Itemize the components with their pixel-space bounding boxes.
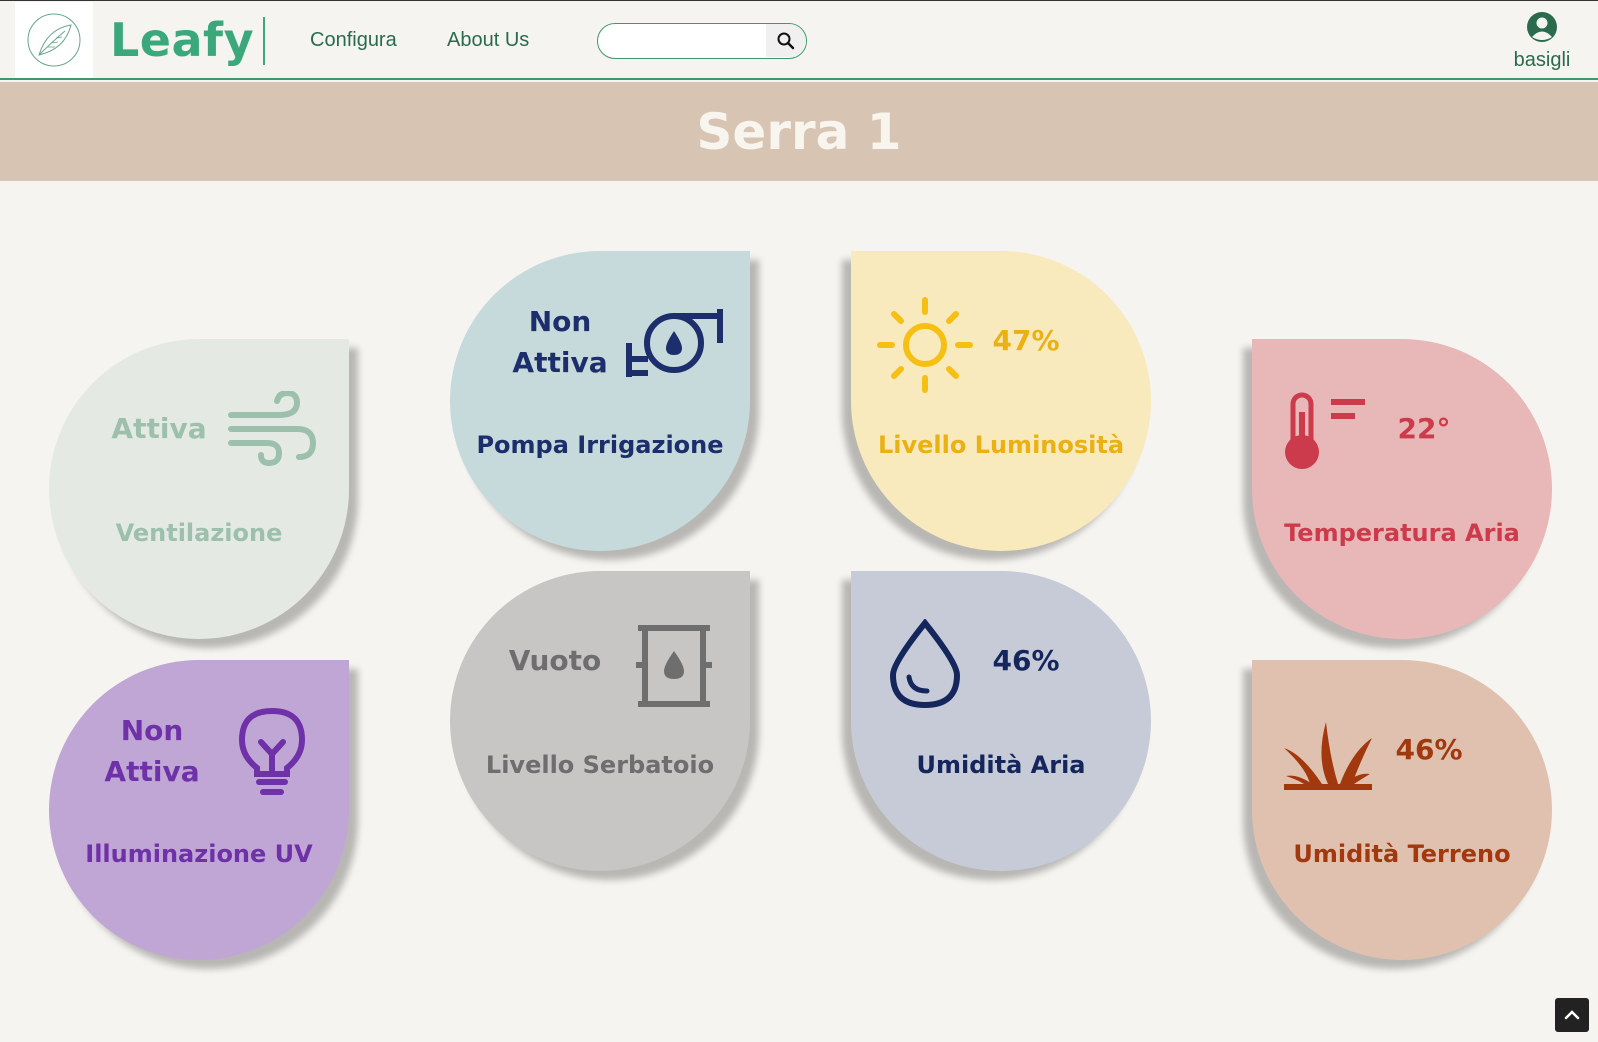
card-livello-serbatoio[interactable]: Vuoto Livello Serbatoio	[450, 571, 750, 871]
search-icon	[777, 32, 795, 49]
card-value: 47%	[992, 324, 1060, 357]
thermometer-icon	[1285, 392, 1365, 469]
card-illuminazione-uv[interactable]: Non Attiva Illuminazione UV	[49, 660, 349, 960]
card-value: Vuoto	[508, 644, 602, 677]
search-box	[597, 23, 807, 59]
page-title: Serra 1	[696, 102, 902, 161]
search-input[interactable]	[608, 27, 758, 55]
top-navbar: Leafy Configura About Us basigli	[0, 0, 1598, 80]
card-value: 22°	[1397, 412, 1451, 445]
card-title: Umidità Terreno	[1293, 840, 1511, 868]
card-title: Temperatura Aria	[1284, 519, 1520, 547]
username: basigli	[1513, 49, 1571, 71]
scroll-to-top-button[interactable]	[1555, 998, 1589, 1032]
card-value: Non Attiva	[104, 714, 200, 788]
brand-name[interactable]: Leafy	[110, 13, 254, 67]
card-title: Pompa Irrigazione	[476, 431, 724, 459]
nav-about-us[interactable]: About Us	[447, 29, 529, 52]
card-title: Livello Serbatoio	[485, 751, 715, 779]
grass-icon	[1284, 722, 1372, 790]
wind-icon	[228, 391, 317, 467]
card-value: 46%	[1395, 733, 1463, 766]
user-avatar-icon	[1527, 12, 1557, 42]
card-value: Attiva	[111, 412, 207, 445]
card-temperatura-aria[interactable]: 22° Temperatura Aria	[1252, 339, 1552, 639]
brand-divider	[263, 17, 265, 65]
water-pump-icon	[626, 309, 723, 377]
nav-configura[interactable]: Configura	[310, 29, 397, 52]
card-umidita-terreno[interactable]: 46% Umidità Terreno	[1252, 660, 1552, 960]
card-livello-luminosita[interactable]: 47% Livello Luminosità	[851, 251, 1151, 551]
card-pompa-irrigazione[interactable]: Non Attiva Pompa Irrigazione	[450, 251, 750, 551]
lightbulb-icon	[239, 708, 305, 795]
card-title: Umidità Aria	[916, 751, 1086, 779]
chevron-up-icon	[1564, 1010, 1580, 1020]
card-ventilazione[interactable]: Attiva Ventilazione	[49, 339, 349, 639]
card-title: Ventilazione	[115, 519, 283, 547]
card-value: 46%	[992, 644, 1060, 677]
card-value: Non Attiva	[512, 305, 608, 379]
card-title: Livello Luminosità	[877, 431, 1125, 459]
droplet-icon	[889, 619, 961, 709]
user-menu[interactable]: basigli	[1504, 11, 1580, 72]
search-button[interactable]	[766, 24, 806, 57]
sun-icon	[877, 297, 973, 393]
page-banner: Serra 1	[0, 82, 1598, 181]
card-title: Illuminazione UV	[85, 840, 313, 868]
logo[interactable]	[15, 2, 93, 78]
card-umidita-aria[interactable]: 46% Umidità Aria	[851, 571, 1151, 871]
tank-icon	[636, 625, 712, 707]
leaf-logo-icon	[27, 13, 81, 67]
